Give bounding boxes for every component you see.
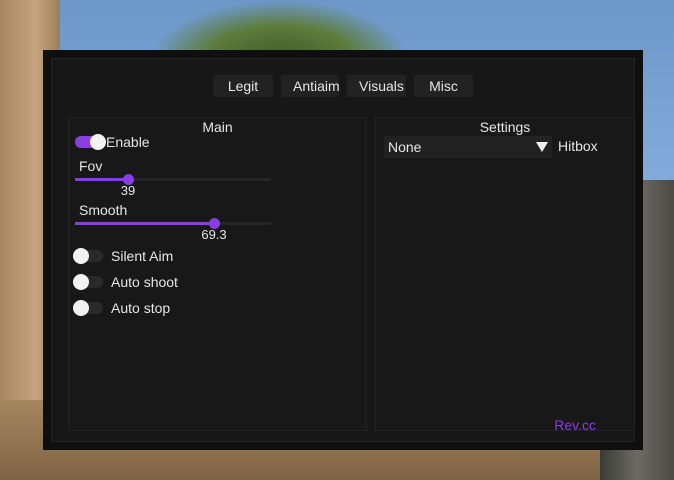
main-panel: Main Enable Fov 39 Smooth 69.3 Silent Ai… [68,117,367,431]
settings-panel-title: Settings [479,119,531,135]
enable-toggle[interactable] [75,134,106,150]
silent-aim-label: Silent Aim [111,248,174,264]
auto-stop-row: Auto stop [73,300,170,316]
fov-label: Fov [79,158,103,174]
toggle-knob [73,300,89,316]
brand-label: Rev.cc [554,417,596,433]
hitbox-label: Hitbox [558,138,598,154]
auto-shoot-row: Auto shoot [73,274,178,290]
menu-body: Legit Antiaim Visuals Misc Main Enable F… [51,58,635,442]
auto-stop-label: Auto stop [111,300,171,316]
cheat-menu-window: Legit Antiaim Visuals Misc Main Enable F… [43,50,643,450]
auto-shoot-toggle[interactable] [73,274,103,290]
smooth-slider-fill [75,222,214,225]
tab-visuals[interactable]: Visuals [347,75,406,97]
fov-slider-fill [75,178,128,181]
hitbox-selected-value: None [388,139,422,155]
smooth-value: 69.3 [201,227,227,242]
enable-row: Enable [75,134,150,150]
toggle-knob [73,248,89,264]
fov-value: 39 [120,183,136,198]
silent-aim-toggle[interactable] [73,248,103,264]
smooth-slider[interactable] [75,218,271,229]
auto-stop-toggle[interactable] [73,300,103,316]
hitbox-dropdown[interactable]: None [384,136,552,158]
triangle-down-icon [536,142,548,152]
enable-label: Enable [106,134,150,150]
smooth-label: Smooth [79,202,128,218]
auto-shoot-label: Auto shoot [111,274,178,290]
settings-panel: Settings None Hitbox [375,117,635,431]
tab-antiaim[interactable]: Antiaim [281,75,340,97]
fov-slider[interactable] [75,174,271,185]
silent-aim-row: Silent Aim [73,248,173,264]
toggle-knob [73,274,89,290]
tab-legit[interactable]: Legit [213,75,273,97]
tab-misc[interactable]: Misc [414,75,473,97]
tab-bar: Legit Antiaim Visuals Misc [52,75,634,97]
toggle-knob [90,134,106,150]
